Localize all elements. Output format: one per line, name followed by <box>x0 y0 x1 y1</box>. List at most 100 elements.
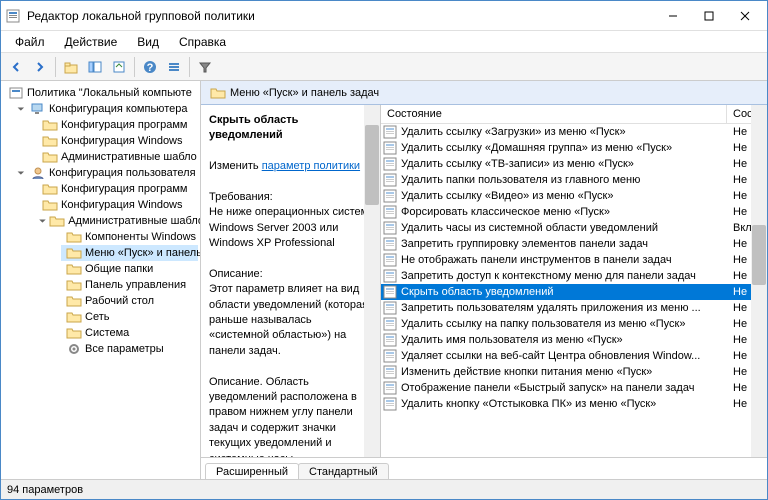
tree-item[interactable]: Конфигурация Windows <box>37 197 198 213</box>
collapse-icon[interactable]: ⏷ <box>15 168 27 179</box>
list-item[interactable]: Удалить имя пользователя из меню «Пуск»Н… <box>381 332 767 348</box>
show-tree-button[interactable] <box>84 56 106 78</box>
list-item[interactable]: Изменить действие кнопки питания меню «П… <box>381 364 767 380</box>
list-item[interactable]: Удалить кнопку «Отстыковка ПК» из меню «… <box>381 396 767 412</box>
item-text: Форсировать классическое меню «Пуск» <box>401 206 610 218</box>
list-item[interactable]: Не отображать панели инструментов в пане… <box>381 252 767 268</box>
item-text: Удаляет ссылки на веб-сайт Центра обновл… <box>401 350 700 362</box>
tree-item[interactable]: Рабочий стол <box>61 293 198 309</box>
window-title: Редактор локальной групповой политики <box>27 9 655 23</box>
separator <box>55 57 56 77</box>
titlebar: Редактор локальной групповой политики <box>1 1 767 31</box>
minimize-button[interactable] <box>655 3 691 29</box>
tab-standard[interactable]: Стандартный <box>298 463 389 479</box>
list-item[interactable]: Удалить папки пользователя из главного м… <box>381 172 767 188</box>
list-item[interactable]: Отображение панели «Быстрый запуск» на п… <box>381 380 767 396</box>
list-item[interactable]: Удалить часы из системной области уведом… <box>381 220 767 236</box>
tree-item[interactable]: Конфигурация Windows <box>37 133 198 149</box>
folder-icon <box>66 326 82 340</box>
tree-admin-templates[interactable]: ⏷Административные шабло <box>37 213 198 229</box>
policy-icon <box>383 157 397 171</box>
requirements-text: Не ниже операционных систем Windows Serv… <box>209 206 368 249</box>
list-item[interactable]: Скрыть область уведомленийНе <box>381 284 767 300</box>
back-button[interactable] <box>5 56 27 78</box>
tree-item[interactable]: Сеть <box>61 309 198 325</box>
tree-item[interactable]: Компоненты Windows <box>61 229 198 245</box>
item-text: Запретить группировку элементов панели з… <box>401 238 648 250</box>
policy-icon <box>383 221 397 235</box>
tree-item-startmenu[interactable]: Меню «Пуск» и панель <box>61 245 198 261</box>
policy-icon <box>383 349 397 363</box>
tree-all-params[interactable]: Все параметры <box>61 341 198 357</box>
list-item[interactable]: Удалить ссылку на папку пользователя из … <box>381 316 767 332</box>
user-icon <box>30 166 46 180</box>
tree-panel[interactable]: Политика "Локальный компьюте ⏷Конфигурац… <box>1 81 201 479</box>
item-text: Удалить кнопку «Отстыковка ПК» из меню «… <box>401 398 656 410</box>
tree-item[interactable]: Система <box>61 325 198 341</box>
list-item[interactable]: Запретить пользователям удалять приложен… <box>381 300 767 316</box>
tree-computer-config[interactable]: ⏷Конфигурация компьютера <box>13 101 198 117</box>
edit-link[interactable]: параметр политики <box>262 160 360 172</box>
help-button[interactable]: ? <box>139 56 161 78</box>
collapse-icon[interactable]: ⏷ <box>15 104 27 115</box>
item-text: Удалить ссылку «ТВ-записи» из меню «Пуск… <box>401 158 634 170</box>
tree-item[interactable]: Панель управления <box>61 277 198 293</box>
list-item[interactable]: Удалить ссылку «ТВ-записи» из меню «Пуск… <box>381 156 767 172</box>
folder-icon <box>42 182 58 196</box>
list-header: Состояние Сос <box>381 105 767 124</box>
policy-icon <box>383 301 397 315</box>
tree-user-config[interactable]: ⏷Конфигурация пользователя <box>13 165 198 181</box>
separator <box>189 57 190 77</box>
scrollbar[interactable] <box>364 105 380 457</box>
col-state[interactable]: Состояние <box>381 105 727 123</box>
folder-icon <box>66 294 82 308</box>
tab-extended[interactable]: Расширенный <box>205 463 299 479</box>
tree-item[interactable]: Конфигурация программ <box>37 181 198 197</box>
scrollbar[interactable] <box>751 105 767 457</box>
requirements-header: Требования: <box>209 191 273 203</box>
menu-help[interactable]: Справка <box>169 33 236 51</box>
tree-item[interactable]: Конфигурация программ <box>37 117 198 133</box>
computer-icon <box>30 102 46 116</box>
policy-icon <box>8 86 24 100</box>
list-item[interactable]: Удалить ссылку «Домашняя группа» из меню… <box>381 140 767 156</box>
folder-icon <box>210 86 226 100</box>
list-item[interactable]: Удалить ссылку «Видео» из меню «Пуск»Не <box>381 188 767 204</box>
list-item[interactable]: Удаляет ссылки на веб-сайт Центра обновл… <box>381 348 767 364</box>
list-item[interactable]: Запретить группировку элементов панели з… <box>381 236 767 252</box>
policy-icon <box>383 189 397 203</box>
policy-icon <box>383 285 397 299</box>
close-button[interactable] <box>727 3 763 29</box>
collapse-icon[interactable]: ⏷ <box>39 216 46 227</box>
folder-icon <box>66 230 82 244</box>
policy-icon <box>383 253 397 267</box>
filter-button[interactable] <box>194 56 216 78</box>
export-button[interactable] <box>108 56 130 78</box>
policy-icon <box>383 237 397 251</box>
policy-list[interactable]: Состояние Сос Удалить ссылку «Загрузки» … <box>381 105 767 457</box>
folder-icon <box>66 278 82 292</box>
forward-button[interactable] <box>29 56 51 78</box>
tree-root[interactable]: Политика "Локальный компьюте <box>3 85 198 101</box>
content-panel: Меню «Пуск» и панель задач Скрыть област… <box>201 81 767 479</box>
list-item[interactable]: Запретить доступ к контекстному меню для… <box>381 268 767 284</box>
tabs: Расширенный Стандартный <box>201 457 767 479</box>
list-item[interactable]: Удалить ссылку «Загрузки» из меню «Пуск»… <box>381 124 767 140</box>
item-text: Не отображать панели инструментов в пане… <box>401 254 672 266</box>
menu-file[interactable]: Файл <box>5 33 55 51</box>
list-item[interactable]: Форсировать классическое меню «Пуск»Не <box>381 204 767 220</box>
menu-view[interactable]: Вид <box>127 33 169 51</box>
list-button[interactable] <box>163 56 185 78</box>
content-title: Меню «Пуск» и панель задач <box>230 87 379 99</box>
description-header: Описание: <box>209 268 263 280</box>
up-button[interactable] <box>60 56 82 78</box>
main-area: Политика "Локальный компьюте ⏷Конфигурац… <box>1 81 767 479</box>
tree-item[interactable]: Административные шабло <box>37 149 198 165</box>
tree-item[interactable]: Общие папки <box>61 261 198 277</box>
maximize-button[interactable] <box>691 3 727 29</box>
folder-icon <box>42 198 58 212</box>
folder-icon <box>42 150 58 164</box>
description-text: Этот параметр влияет на вид области увед… <box>209 283 368 357</box>
menu-action[interactable]: Действие <box>55 33 128 51</box>
item-text: Удалить ссылку «Видео» из меню «Пуск» <box>401 190 613 202</box>
